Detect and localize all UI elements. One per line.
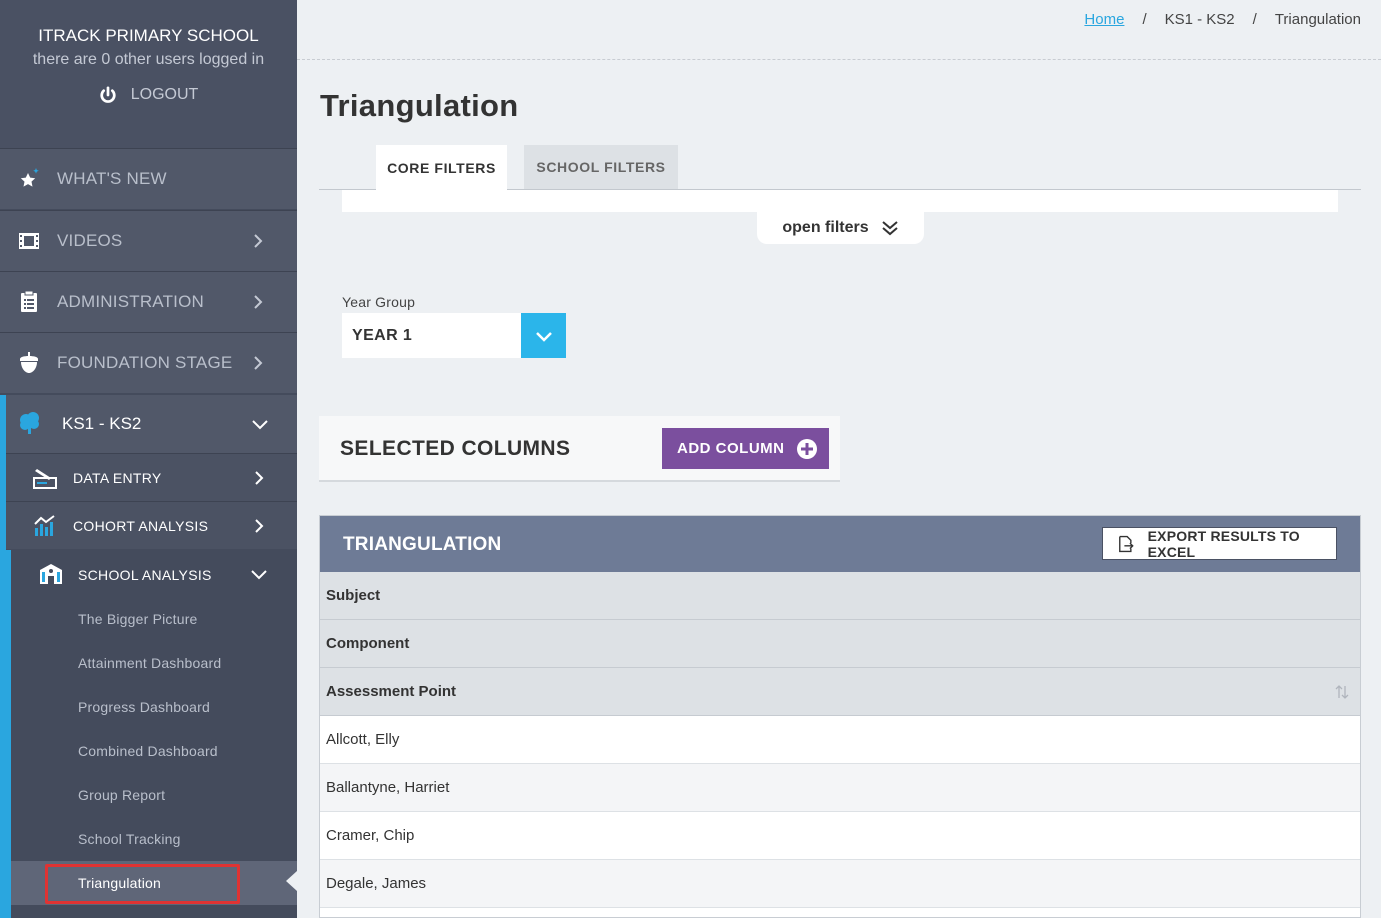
sidebar-link-combined-dashboard[interactable]: Combined Dashboard <box>11 729 297 773</box>
add-column-label: ADD COLUMN <box>677 440 785 457</box>
active-pointer <box>286 871 297 891</box>
year-group-select[interactable]: YEAR 1 <box>342 313 566 358</box>
sidebar-link-progress-dashboard[interactable]: Progress Dashboard <box>11 685 297 729</box>
breadcrumb-separator: / <box>1252 11 1257 28</box>
sidebar-item-cohort-analysis[interactable]: COHORT ANALYSIS <box>6 501 297 549</box>
sort-icon[interactable] <box>1334 684 1350 700</box>
table-header-bar: TRIANGULATION EXPORT RESULTS TO EXCEL <box>320 516 1360 572</box>
table-row: Allcott, Elly <box>320 716 1360 764</box>
chart-icon <box>34 515 55 536</box>
sidebar-link-attainment-dashboard[interactable]: Attainment Dashboard <box>11 641 297 685</box>
data-entry-icon <box>33 469 57 489</box>
triangulation-table: TRIANGULATION EXPORT RESULTS TO EXCEL Su… <box>319 515 1361 918</box>
sidebar-item-label: KS1 - KS2 <box>62 414 142 433</box>
sidebar-item-data-entry[interactable]: DATA ENTRY <box>6 453 297 501</box>
table-row: Degale, James <box>320 860 1360 908</box>
sidebar: ITRACK PRIMARY SCHOOL there are 0 other … <box>0 0 297 918</box>
breadcrumb-home-link[interactable]: Home <box>1084 11 1124 28</box>
sidebar-item-label: COHORT ANALYSIS <box>73 518 209 534</box>
table-row: Cramer, Chip <box>320 812 1360 860</box>
sidebar-item-videos[interactable]: VIDEOS <box>0 210 297 271</box>
sidebar-item-school-analysis[interactable]: SCHOOL ANALYSIS <box>11 550 297 600</box>
chevron-right-icon <box>254 295 263 309</box>
school-icon <box>40 564 62 584</box>
chevron-down-icon <box>252 420 268 430</box>
sidebar-item-label: ADMINISTRATION <box>57 292 204 311</box>
sidebar-item-foundation-stage[interactable]: FOUNDATION STAGE <box>0 332 297 393</box>
export-icon <box>1119 535 1134 552</box>
sidebar-item-ks1-ks2[interactable]: KS1 - KS2 <box>6 395 297 453</box>
add-column-button[interactable]: ADD COLUMN <box>662 428 829 469</box>
header-row-subject: Subject <box>320 572 1360 620</box>
tree-icon <box>20 412 39 434</box>
header-row-component: Component <box>320 620 1360 668</box>
tab-core-filters[interactable]: CORE FILTERS <box>376 145 507 190</box>
breadcrumb-current: Triangulation <box>1274 11 1361 28</box>
active-subsection-bar <box>0 550 11 918</box>
breadcrumb-separator: / <box>1142 11 1147 28</box>
power-icon <box>100 86 116 103</box>
sidebar-link-bigger-picture[interactable]: The Bigger Picture <box>11 597 297 641</box>
header-row-label: Assessment Point <box>326 683 457 700</box>
open-filters-button[interactable]: open filters <box>757 212 924 244</box>
chevron-right-icon <box>254 356 263 370</box>
chevron-down-icon <box>251 570 267 580</box>
acorn-icon <box>20 352 38 373</box>
chevron-right-icon <box>254 234 263 248</box>
sidebar-item-administration[interactable]: ADMINISTRATION <box>0 271 297 332</box>
year-group-value: YEAR 1 <box>352 327 413 344</box>
export-excel-button[interactable]: EXPORT RESULTS TO EXCEL <box>1102 527 1337 560</box>
chevron-right-icon <box>255 519 264 533</box>
year-group-dropdown-button[interactable] <box>521 313 566 358</box>
sidebar-item-label: FOUNDATION STAGE <box>57 353 233 372</box>
breadcrumb-section: KS1 - KS2 <box>1164 11 1235 28</box>
clipboard-icon <box>21 290 37 312</box>
sidebar-item-label: WHAT'S NEW <box>57 169 167 188</box>
breadcrumb: Home / KS1 - KS2 / Triangulation <box>1084 11 1361 28</box>
sidebar-header: ITRACK PRIMARY SCHOOL there are 0 other … <box>0 0 297 148</box>
open-filters-label: open filters <box>782 219 869 236</box>
sidebar-link-school-tracking[interactable]: School Tracking <box>11 817 297 861</box>
users-online-text: there are 0 other users logged in <box>32 51 265 68</box>
table-title: TRIANGULATION <box>343 534 502 555</box>
selected-columns-panel: SELECTED COLUMNS ADD COLUMN <box>319 416 840 482</box>
logout-label: LOGOUT <box>130 86 199 103</box>
header-row-assessment-point[interactable]: Assessment Point <box>320 668 1360 716</box>
double-chevron-down-icon <box>881 221 898 236</box>
page-title: Triangulation <box>320 88 519 123</box>
export-label: EXPORT RESULTS TO EXCEL <box>1147 527 1300 560</box>
chevron-down-icon <box>535 331 552 342</box>
sidebar-item-whats-new[interactable]: WHAT'S NEW <box>0 148 297 209</box>
sidebar-item-label: DATA ENTRY <box>73 470 162 486</box>
sidebar-link-group-report[interactable]: Group Report <box>11 773 297 817</box>
chevron-right-icon <box>255 471 264 485</box>
film-icon <box>19 233 39 249</box>
sidebar-link-triangulation[interactable]: Triangulation <box>11 861 297 905</box>
tab-school-filters[interactable]: SCHOOL FILTERS <box>524 145 678 189</box>
filter-panel <box>342 190 1338 212</box>
school-name: ITRACK PRIMARY SCHOOL <box>38 26 259 45</box>
table-row: Ballantyne, Harriet <box>320 764 1360 812</box>
selected-columns-title: SELECTED COLUMNS <box>340 437 571 460</box>
year-group-label: Year Group <box>342 294 416 310</box>
top-bar: Home / KS1 - KS2 / Triangulation <box>297 0 1381 60</box>
sidebar-item-label: SCHOOL ANALYSIS <box>78 567 212 583</box>
sidebar-item-label: VIDEOS <box>57 231 123 250</box>
star-icon <box>20 168 39 187</box>
logout-button[interactable]: LOGOUT <box>0 86 297 104</box>
plus-circle-icon <box>796 438 817 459</box>
